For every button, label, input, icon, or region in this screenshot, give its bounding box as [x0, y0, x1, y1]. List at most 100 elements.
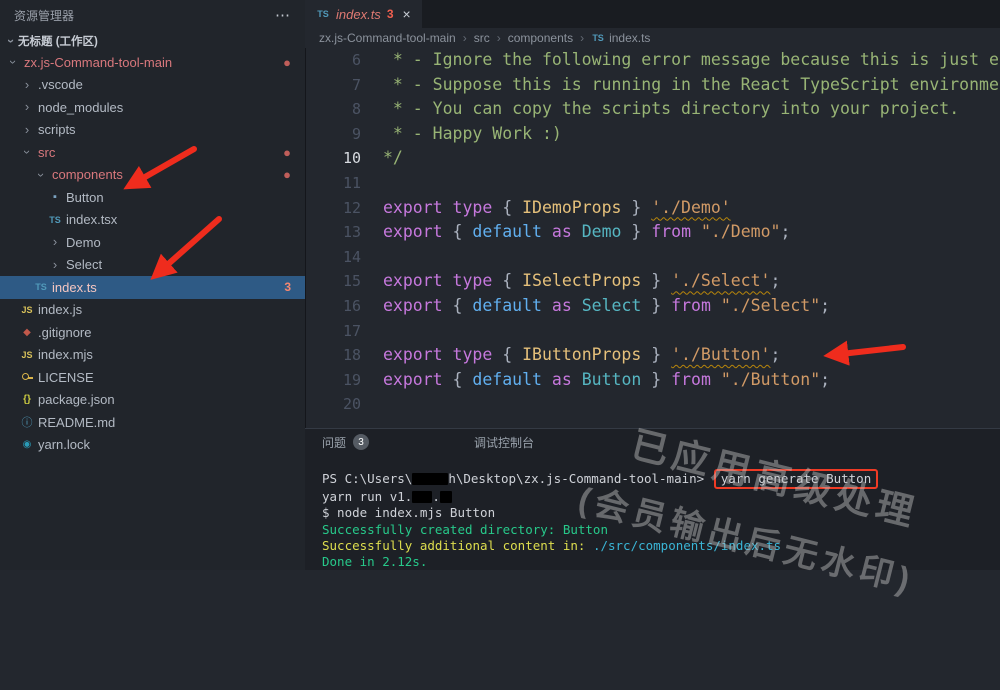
code-line[interactable]: 11 — [305, 171, 1000, 196]
code-text: export { default as Button } from "./But… — [383, 368, 830, 393]
tree-item-index.js[interactable]: JS index.js — [0, 299, 305, 322]
token: * - Happy Work :) — [383, 123, 562, 143]
chevron-icon[interactable]: › — [20, 77, 34, 92]
line-number[interactable]: 17 — [305, 319, 383, 344]
tree-item-Demo[interactable]: › Demo — [0, 231, 305, 254]
code-line[interactable]: 10 */ — [305, 146, 1000, 171]
tree-item-label: components — [52, 167, 123, 183]
token: from — [651, 222, 692, 242]
token: } — [641, 295, 672, 315]
breadcrumb-item[interactable]: zx.js-Command-tool-main — [319, 31, 456, 45]
chevron-icon[interactable]: › — [6, 55, 21, 69]
line-number[interactable]: 18 — [305, 343, 383, 368]
more-actions-icon[interactable]: ⋯ — [275, 6, 291, 24]
code-line[interactable]: 7 * - Suppose this is running in the Rea… — [305, 73, 1000, 98]
line-number[interactable]: 11 — [305, 171, 383, 196]
code-line[interactable]: 14 — [305, 245, 1000, 270]
tree-item-scripts[interactable]: › scripts — [0, 119, 305, 142]
line-number[interactable]: 6 — [305, 48, 383, 73]
workspace-section-header[interactable]: › 无标题 (工作区) — [0, 30, 305, 51]
tree-item-index.tsx[interactable]: TS index.tsx — [0, 209, 305, 232]
chevron-icon[interactable]: › — [48, 257, 62, 272]
redaction-box — [412, 473, 449, 485]
tree-item-components[interactable]: › components ● — [0, 164, 305, 187]
close-icon[interactable]: × — [403, 6, 411, 22]
chevron-icon[interactable]: › — [20, 100, 34, 114]
tree-item-label: zx.js-Command-tool-main — [24, 54, 173, 70]
terminal-line: Successfully created directory: Button — [322, 522, 1000, 538]
chevron-icon[interactable]: › — [20, 145, 35, 159]
tree-item-yarn.lock[interactable]: ◉ yarn.lock — [0, 434, 305, 457]
token: Demo — [581, 222, 622, 242]
code-line[interactable]: 18 export type { IButtonProps } './Button… — [305, 343, 1000, 368]
tree-item-label: Demo — [66, 234, 101, 250]
token: ; — [820, 369, 831, 389]
breadcrumb-label: zx.js-Command-tool-main — [319, 31, 456, 45]
code-editor[interactable]: 6 * - Ignore the following error message… — [305, 48, 1000, 422]
chevron-icon[interactable]: › — [34, 168, 49, 182]
breadcrumb-label: components — [507, 31, 574, 45]
code-line[interactable]: 19 export { default as Button } from "./B… — [305, 368, 1000, 393]
token: { — [452, 222, 473, 242]
line-number[interactable]: 15 — [305, 269, 383, 294]
line-number[interactable]: 16 — [305, 294, 383, 319]
tree-item-Button[interactable]: ▪ Button — [0, 186, 305, 209]
tree-item-package.json[interactable]: {} package.json — [0, 389, 305, 412]
code-text: */ — [383, 146, 403, 171]
chevron-icon[interactable]: › — [48, 235, 62, 249]
ts-icon: TS — [592, 33, 604, 43]
token: as — [551, 369, 572, 389]
tree-item-README.md[interactable]: ⓘ README.md — [0, 411, 305, 434]
panel-tab-调试控制台[interactable]: 调试控制台 — [474, 434, 534, 451]
tree-item-zx.js-Command-tool-main[interactable]: › zx.js-Command-tool-main ● — [0, 51, 305, 74]
ts-icon: TS — [317, 9, 329, 19]
token: } — [621, 222, 652, 242]
line-number[interactable]: 10 — [305, 146, 383, 171]
tree-item-Select[interactable]: › Select — [0, 254, 305, 277]
line-number[interactable]: 19 — [305, 368, 383, 393]
panel-tab-问题[interactable]: 问题 3 — [322, 434, 370, 451]
code-line[interactable]: 6 * - Ignore the following error message… — [305, 48, 1000, 73]
code-line[interactable]: 20 — [305, 392, 1000, 417]
line-number[interactable]: 7 — [305, 73, 383, 98]
tree-item-.gitignore[interactable]: ◆ .gitignore — [0, 321, 305, 344]
problems-badge: 3 — [284, 280, 291, 295]
code-line[interactable]: 13 export { default as Demo } from "./Dem… — [305, 220, 1000, 245]
chevron-icon[interactable]: › — [20, 122, 34, 137]
code-line[interactable]: 15 export type { ISelectProps } './Select… — [305, 269, 1000, 294]
line-number[interactable]: 12 — [305, 196, 383, 221]
tab-label: index.ts — [336, 6, 381, 22]
breadcrumb-item[interactable]: components — [508, 31, 573, 45]
explorer-title: 资源管理器 — [14, 8, 75, 23]
tree-item-.vscode[interactable]: › .vscode — [0, 74, 305, 97]
breadcrumb-item[interactable]: src — [474, 31, 490, 45]
file-tree: › zx.js-Command-tool-main ● › .vscode › node_m… — [0, 51, 305, 456]
code-line[interactable]: 12 export type { IDemoProps } './Demo' — [305, 196, 1000, 221]
token: } — [641, 369, 672, 389]
breadcrumb: zx.js-Command-tool-main › src › components › T… — [305, 28, 1000, 48]
tree-item-index.ts[interactable]: TS index.ts 3 — [0, 276, 305, 299]
tree-item-src[interactable]: › src ● — [0, 141, 305, 164]
code-line[interactable]: 16 export { default as Select } from "./S… — [305, 294, 1000, 319]
line-number[interactable]: 13 — [305, 220, 383, 245]
tree-item-LICENSE[interactable]: LICENSE — [0, 366, 305, 389]
code-line[interactable]: 8 * - You can copy the scripts directory… — [305, 97, 1000, 122]
code-line[interactable]: 9 * - Happy Work :) — [305, 122, 1000, 147]
line-number[interactable]: 14 — [305, 245, 383, 270]
line-number[interactable]: 20 — [305, 392, 383, 417]
line-number[interactable]: 8 — [305, 97, 383, 122]
code-line[interactable]: 17 — [305, 319, 1000, 344]
terminal-line: yarn run v1.. — [322, 489, 1000, 505]
terminal-text: ./src/components/index.ts — [592, 537, 782, 553]
line-number[interactable]: 9 — [305, 122, 383, 147]
terminal-output[interactable]: PS C:\Users\ h\Desktop\zx.js-Command-tool… — [305, 455, 1000, 570]
tree-item-index.mjs[interactable]: JS index.mjs — [0, 344, 305, 367]
tab-index-ts[interactable]: TS index.ts 3 × — [305, 0, 422, 28]
breadcrumb-item[interactable]: TS index.ts — [591, 31, 650, 45]
tree-item-node_modules[interactable]: › node_modules — [0, 96, 305, 119]
modified-dot-icon: ● — [283, 54, 291, 70]
